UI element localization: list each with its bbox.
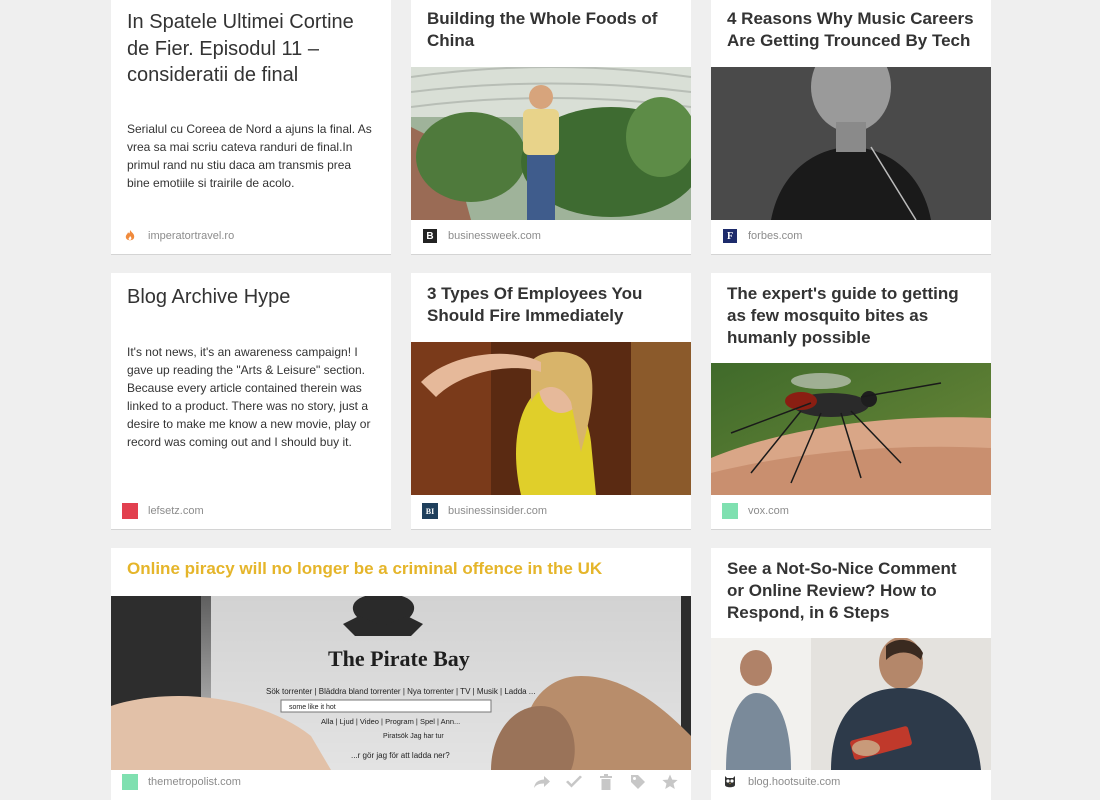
green-square-icon	[722, 503, 738, 519]
forbes-f-icon: F	[723, 229, 737, 243]
article-excerpt: It's not news, it's an awareness campaig…	[127, 345, 371, 449]
source-domain[interactable]: blog.hootsuite.com	[748, 776, 840, 788]
tag-icon[interactable]	[627, 772, 649, 792]
article-card[interactable]: See a Not-So-Nice Comment or Online Revi…	[711, 548, 991, 800]
article-title[interactable]: 4 Reasons Why Music Careers Are Getting …	[727, 8, 975, 52]
article-thumbnail[interactable]	[411, 67, 691, 220]
source-domain[interactable]: themetropolist.com	[148, 776, 241, 788]
check-icon[interactable]	[563, 772, 585, 792]
card-footer: vox.com	[711, 493, 991, 529]
businessinsider-bi-icon: BI	[422, 503, 438, 519]
green-square-icon	[122, 774, 138, 790]
source-domain[interactable]: forbes.com	[748, 230, 802, 242]
source-domain[interactable]: businessinsider.com	[448, 505, 547, 517]
source-domain[interactable]: businessweek.com	[448, 230, 541, 242]
source-domain[interactable]: lefsetz.com	[148, 505, 204, 517]
article-card[interactable]: Blog Archive Hype It's not news, it's an…	[111, 273, 391, 530]
article-title[interactable]: The expert's guide to getting as few mos…	[727, 283, 975, 349]
photo-search-value: some like it hot	[289, 704, 336, 711]
source-domain[interactable]: vox.com	[748, 505, 789, 517]
article-card[interactable]: 4 Reasons Why Music Careers Are Getting …	[711, 0, 991, 255]
card-footer: lefsetz.com	[111, 493, 391, 529]
article-title[interactable]: Online piracy will no longer be a crimin…	[127, 558, 675, 580]
article-thumbnail[interactable]: The Pirate Bay Sök torrenter | Bläddra b…	[111, 596, 691, 770]
pirate-bay-logo: The Pirate Bay	[328, 646, 470, 671]
article-thumbnail[interactable]	[411, 342, 691, 495]
article-card[interactable]: Online piracy will no longer be a crimin…	[111, 548, 691, 800]
photo-footer-text: ...r gör jag för att ladda ner?	[351, 751, 450, 760]
card-footer: F forbes.com	[711, 218, 991, 254]
flame-icon	[123, 229, 137, 243]
trash-icon[interactable]	[595, 772, 617, 792]
article-title[interactable]: See a Not-So-Nice Comment or Online Revi…	[727, 558, 975, 624]
share-icon[interactable]	[531, 772, 553, 792]
article-card[interactable]: 3 Types Of Employees You Should Fire Imm…	[411, 273, 691, 530]
card-actions	[531, 772, 681, 792]
article-card[interactable]: The expert's guide to getting as few mos…	[711, 273, 991, 530]
card-footer: B businessweek.com	[411, 218, 691, 254]
card-footer: themetropolist.com	[111, 764, 691, 800]
article-thumbnail[interactable]	[711, 363, 991, 495]
article-title[interactable]: Building the Whole Foods of China	[427, 8, 675, 52]
businessweek-b-icon: B	[423, 229, 437, 243]
card-footer: imperatortravel.ro	[111, 218, 391, 254]
source-domain[interactable]: imperatortravel.ro	[148, 230, 234, 242]
article-title[interactable]: In Spatele Ultimei Cortine de Fier. Epis…	[127, 9, 375, 89]
article-thumbnail[interactable]	[711, 638, 991, 770]
article-excerpt: Serialul cu Coreea de Nord a ajuns la fi…	[127, 122, 372, 190]
star-icon[interactable]	[659, 772, 681, 792]
photo-buttons-text: Piratsök Jag har tur	[383, 733, 444, 740]
owl-icon	[723, 775, 737, 789]
photo-options-text: Alla | Ljud | Video | Program | Spel | A…	[321, 717, 460, 726]
red-square-icon	[122, 503, 138, 519]
article-thumbnail[interactable]	[711, 67, 991, 220]
article-card[interactable]: Building the Whole Foods of China B busi…	[411, 0, 691, 255]
card-footer: BI businessinsider.com	[411, 493, 691, 529]
article-title[interactable]: 3 Types Of Employees You Should Fire Imm…	[427, 283, 675, 327]
article-title[interactable]: Blog Archive Hype	[127, 284, 375, 311]
card-footer: blog.hootsuite.com	[711, 764, 991, 800]
photo-nav-text: Sök torrenter | Bläddra bland torrenter …	[266, 687, 535, 696]
article-card[interactable]: In Spatele Ultimei Cortine de Fier. Epis…	[111, 0, 391, 255]
